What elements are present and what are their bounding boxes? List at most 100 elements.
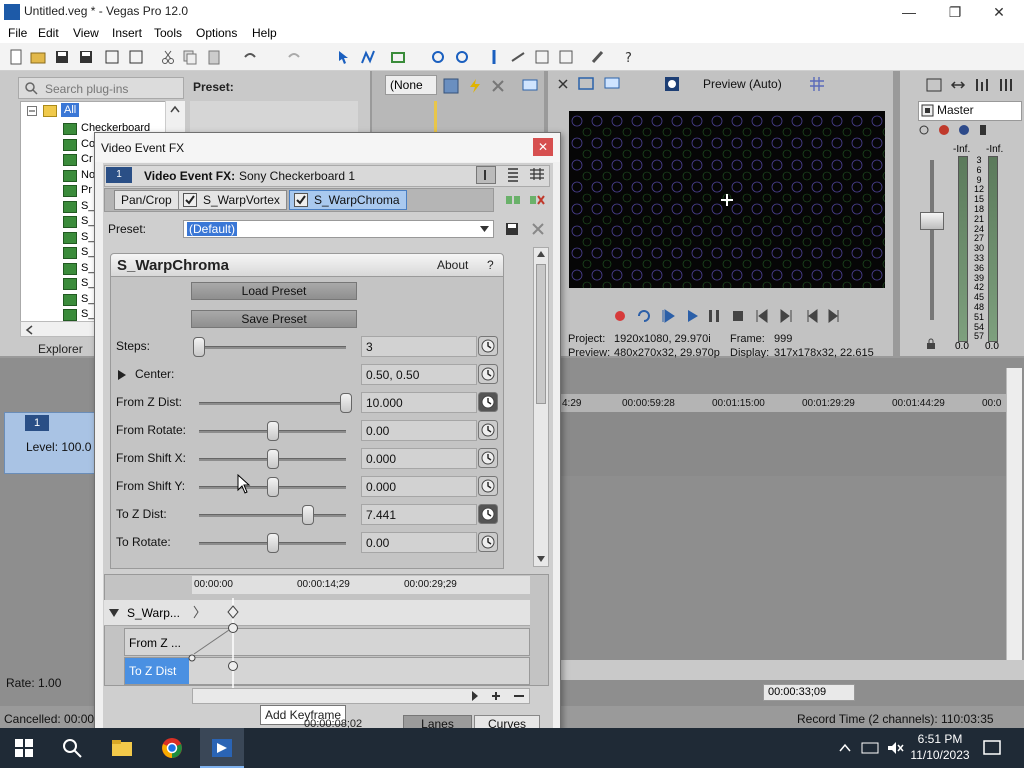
save-as-icon[interactable] bbox=[78, 49, 94, 65]
loop-icon[interactable] bbox=[636, 308, 652, 324]
checkbox-icon[interactable] bbox=[294, 193, 308, 207]
keyframe-markers[interactable] bbox=[186, 598, 246, 688]
keyframe-row-s-warp[interactable]: S_Warp... bbox=[104, 600, 530, 626]
param-value-field[interactable]: 0.00 bbox=[361, 532, 477, 553]
help-button[interactable]: ? bbox=[487, 258, 494, 272]
properties-icon[interactable] bbox=[128, 49, 144, 65]
render-icon[interactable] bbox=[104, 49, 120, 65]
chain-s-warpvortex[interactable]: S_WarpVortex bbox=[178, 190, 287, 210]
brush-icon[interactable] bbox=[590, 49, 606, 65]
animate-clock-icon[interactable] bbox=[478, 476, 498, 496]
search-icon[interactable] bbox=[60, 736, 84, 760]
animate-clock-icon[interactable] bbox=[478, 448, 498, 468]
scroll-down-icon[interactable] bbox=[537, 556, 545, 562]
close-panel-icon[interactable] bbox=[556, 77, 570, 91]
delete-preset-icon[interactable] bbox=[530, 221, 546, 237]
file-explorer-icon[interactable] bbox=[110, 736, 134, 760]
tree-item[interactable]: S_ bbox=[81, 293, 94, 305]
tree-item[interactable]: S_ bbox=[81, 308, 94, 320]
dim-output-icon[interactable] bbox=[974, 77, 990, 93]
ignore-grouping-icon[interactable] bbox=[430, 49, 446, 65]
chain-s-warpchroma[interactable]: S_WarpChroma bbox=[289, 190, 407, 210]
keyframe-row-to-z[interactable]: To Z Dist bbox=[124, 657, 530, 685]
timeline-ruler[interactable]: 4:29 00:00:59:28 00:01:15:00 00:01:29:29… bbox=[560, 394, 1006, 412]
lightning-icon[interactable] bbox=[467, 78, 483, 94]
fx-vertical-scrollbar[interactable] bbox=[533, 247, 549, 567]
normal-edit-tool-icon[interactable] bbox=[336, 49, 352, 65]
next-frame-icon[interactable] bbox=[826, 308, 844, 324]
external-monitor-icon[interactable] bbox=[604, 76, 620, 92]
param-value-field[interactable]: 0.50, 0.50 bbox=[361, 364, 477, 385]
maximize-button[interactable]: ❐ bbox=[932, 0, 978, 24]
tree-item[interactable]: Cr bbox=[81, 153, 93, 165]
auto-ripple-icon[interactable] bbox=[534, 49, 550, 65]
view-details-icon[interactable] bbox=[528, 166, 546, 184]
param-slider-track[interactable] bbox=[199, 346, 346, 349]
record-icon[interactable] bbox=[612, 308, 628, 324]
animate-clock-icon[interactable] bbox=[478, 392, 498, 412]
param-value-field[interactable]: 3 bbox=[361, 336, 477, 357]
load-preset-button[interactable]: Load Preset bbox=[191, 282, 357, 300]
preset-dropdown[interactable]: (Default) bbox=[183, 220, 494, 238]
volume-mute-icon[interactable] bbox=[886, 740, 904, 756]
expand-triangle-icon[interactable] bbox=[118, 370, 126, 380]
animate-clock-icon[interactable] bbox=[478, 336, 498, 356]
stop-icon[interactable] bbox=[730, 308, 746, 324]
animate-clock-icon[interactable] bbox=[478, 364, 498, 384]
animate-clock-icon[interactable] bbox=[478, 420, 498, 440]
snapping-icon[interactable] bbox=[486, 49, 502, 65]
about-button[interactable]: About bbox=[437, 258, 468, 272]
whats-this-help-icon[interactable]: ? bbox=[622, 49, 638, 65]
paste-icon[interactable] bbox=[206, 49, 222, 65]
go-to-start-icon[interactable] bbox=[754, 308, 770, 324]
mixer-icon[interactable] bbox=[998, 77, 1014, 93]
param-value-field[interactable]: 0.000 bbox=[361, 476, 477, 497]
param-slider-thumb[interactable] bbox=[340, 393, 352, 413]
param-slider-track[interactable] bbox=[199, 514, 346, 517]
play-from-start-icon[interactable] bbox=[660, 308, 676, 324]
keyframe-ruler[interactable]: 00:00:00 00:00:14;29 00:00:29;29 bbox=[192, 576, 530, 594]
view-list-icon[interactable] bbox=[476, 166, 496, 184]
previous-frame-icon[interactable] bbox=[802, 308, 820, 324]
taskbar-clock[interactable]: 6:51 PM 11/10/2023 bbox=[910, 731, 970, 763]
notifications-icon[interactable] bbox=[982, 738, 1002, 758]
param-slider-thumb[interactable] bbox=[266, 533, 279, 553]
chain-pan-crop[interactable]: Pan/Crop bbox=[114, 190, 179, 210]
param-value-field[interactable]: 7.441 bbox=[361, 504, 477, 525]
menu-view[interactable]: View bbox=[73, 26, 99, 40]
chevron-up-icon[interactable] bbox=[838, 741, 852, 755]
chrome-icon[interactable] bbox=[160, 736, 184, 760]
tree-item-all[interactable]: All bbox=[61, 103, 80, 117]
menu-file[interactable]: File bbox=[8, 26, 27, 40]
tree-item[interactable]: S_ bbox=[81, 246, 94, 258]
minimize-button[interactable]: — bbox=[886, 0, 932, 24]
remove-plugin-icon[interactable] bbox=[528, 192, 546, 208]
new-file-icon[interactable] bbox=[8, 49, 24, 65]
animate-clock-icon[interactable] bbox=[478, 504, 498, 524]
pause-icon[interactable] bbox=[706, 308, 722, 324]
menu-edit[interactable]: Edit bbox=[38, 26, 59, 40]
scroll-left-icon[interactable] bbox=[25, 325, 33, 335]
preview-properties-icon[interactable] bbox=[578, 76, 594, 92]
keyframe-nav-icons[interactable] bbox=[470, 689, 528, 703]
lock-envelopes-icon[interactable] bbox=[454, 49, 470, 65]
master-fx-icons[interactable] bbox=[916, 122, 992, 138]
param-value-field[interactable]: 0.000 bbox=[361, 448, 477, 469]
param-slider-thumb[interactable] bbox=[301, 505, 314, 525]
tree-item[interactable]: S_ bbox=[81, 200, 94, 212]
envelope-tool-icon[interactable] bbox=[360, 49, 376, 65]
plugin-chain-icon[interactable] bbox=[504, 192, 522, 208]
timecode-display[interactable]: 00:00:33;09 bbox=[763, 684, 855, 701]
param-slider-thumb[interactable] bbox=[266, 449, 279, 469]
keyframe-row-from-z[interactable]: From Z ... bbox=[124, 628, 530, 656]
remove-icon[interactable] bbox=[490, 78, 506, 94]
play-icon[interactable] bbox=[684, 308, 700, 324]
param-slider-thumb[interactable] bbox=[193, 337, 205, 357]
save-preset-icon[interactable] bbox=[504, 221, 520, 237]
param-slider-track[interactable] bbox=[199, 402, 346, 405]
transition-select[interactable]: (None bbox=[385, 75, 437, 95]
network-icon[interactable] bbox=[861, 740, 879, 756]
master-fader-thumb[interactable] bbox=[920, 212, 944, 230]
tree-item[interactable]: S_ bbox=[81, 215, 94, 227]
scroll-up-icon[interactable] bbox=[170, 105, 180, 113]
